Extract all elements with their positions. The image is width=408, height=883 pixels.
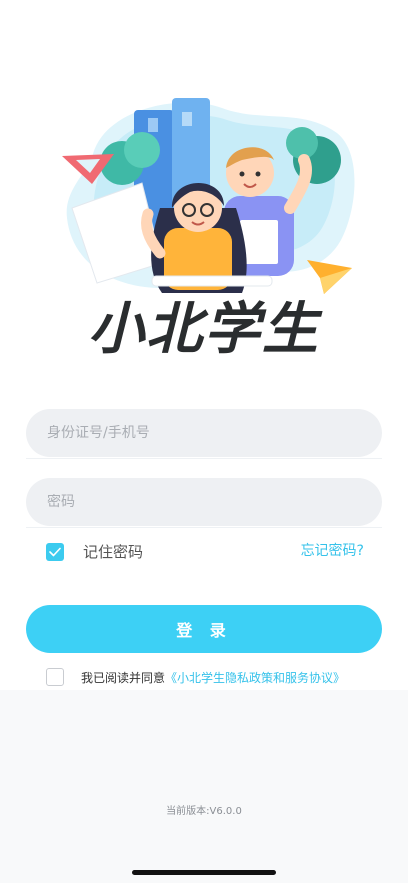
agreement-prefix: 我已阅读并同意 xyxy=(81,670,166,685)
agreement-row[interactable]: 我已阅读并同意 《小北学生隐私政策和服务协议》 xyxy=(46,668,345,686)
account-field[interactable] xyxy=(26,409,382,457)
checkmark-icon xyxy=(49,547,61,556)
account-input[interactable] xyxy=(47,425,382,441)
remember-password-row[interactable]: 记住密码 xyxy=(46,541,143,562)
login-screen: 小北学生 记住密码 忘记密码? 登 录 我已阅读并同意 《小北学生隐私政策和服务… xyxy=(0,0,408,883)
password-divider xyxy=(26,527,382,528)
version-label: 当前版本:V6.0.0 xyxy=(166,806,242,817)
remember-checkbox[interactable] xyxy=(46,542,64,561)
forgot-password-link[interactable]: 忘记密码? xyxy=(301,540,364,560)
account-divider xyxy=(26,458,382,459)
home-indicator[interactable] xyxy=(132,870,276,875)
app-logo-text: 小北学生 xyxy=(88,297,320,362)
password-input[interactable] xyxy=(47,494,382,510)
password-field[interactable] xyxy=(26,478,382,526)
remember-label: 记住密码 xyxy=(83,543,144,561)
privacy-policy-link[interactable]: 《小北学生隐私政策和服务协议》 xyxy=(165,669,345,686)
agreement-checkbox[interactable] xyxy=(46,668,64,686)
bottom-panel xyxy=(0,690,408,883)
login-button[interactable]: 登 录 xyxy=(26,605,382,653)
students-illustration xyxy=(62,98,355,294)
